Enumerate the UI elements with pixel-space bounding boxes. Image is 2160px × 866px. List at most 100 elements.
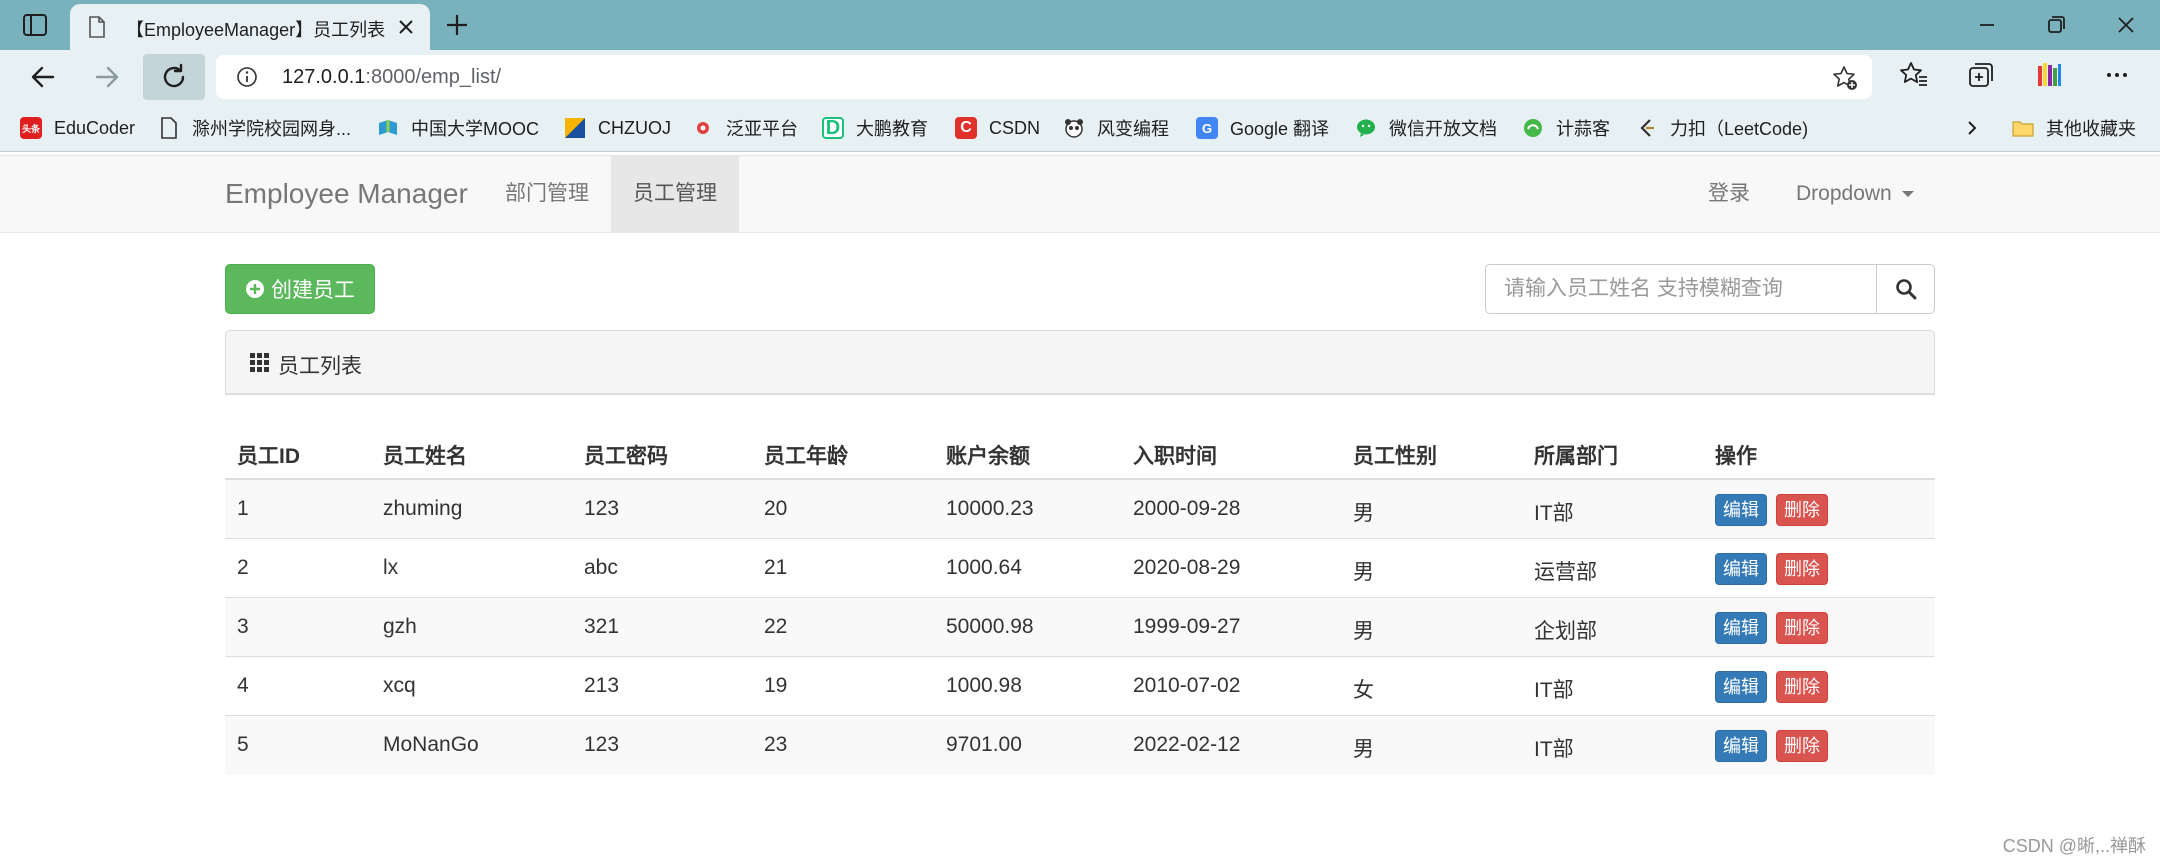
watermark: CSDN @晰,..禅酥 [2002, 836, 2146, 856]
cell-hire-date: 2010-07-02 [1133, 674, 1241, 697]
delete-button[interactable]: 删除 [1776, 671, 1828, 703]
bookmark-educoder[interactable]: 头条 EduCoder [20, 114, 135, 142]
collections-icon[interactable] [1966, 60, 1996, 90]
edit-button[interactable]: 编辑 [1715, 612, 1767, 644]
th-grid-icon [250, 353, 269, 372]
edit-button[interactable]: 编辑 [1715, 671, 1767, 703]
browser-toolbar: 127.0.0.1:8000/emp_list/ [0, 50, 2160, 104]
column-header: 员工密码 [584, 445, 668, 468]
close-tab-icon[interactable] [396, 17, 416, 37]
profile-avatar-icon[interactable] [2034, 60, 2064, 90]
bookmark-dapeng[interactable]: D 大鹏教育 [822, 114, 928, 142]
cell-password: 123 [584, 733, 620, 756]
panda-icon [1065, 119, 1083, 138]
table-row: 2 lx abc 21 1000.64 2020-08-29 男 运营部 编辑 … [225, 539, 1935, 598]
tab-title: 【EmployeeManager】员工列表 [126, 20, 386, 40]
restore-icon[interactable] [2043, 12, 2069, 38]
navbar-brand[interactable]: Employee Manager [225, 178, 468, 210]
back-icon[interactable] [26, 60, 60, 94]
cell-gender: 男 [1353, 561, 1374, 584]
cell-balance: 10000.23 [946, 497, 1034, 520]
delete-button[interactable]: 删除 [1776, 553, 1828, 585]
csdn-icon: C [955, 117, 977, 139]
table-row: 1 zhuming 123 20 10000.23 2000-09-28 男 I… [225, 480, 1935, 539]
cell-age: 19 [764, 674, 788, 697]
jisuanke-icon [1524, 119, 1542, 137]
cell-balance: 1000.98 [946, 674, 1022, 697]
cell-gender: 男 [1353, 502, 1374, 525]
bookmark-csdn[interactable]: C CSDN [955, 114, 1040, 142]
more-options-icon[interactable] [2102, 60, 2132, 90]
cell-name: zhuming [383, 497, 463, 520]
bookmark-wechat-docs[interactable]: 微信开放文档 [1355, 114, 1497, 142]
cell-id: 5 [237, 733, 249, 756]
cell-balance: 9701.00 [946, 733, 1022, 756]
bookmark-mooc[interactable]: 中国大学MOOC [377, 114, 539, 142]
cell-name: lx [383, 556, 399, 579]
favorites-icon[interactable] [1899, 60, 1929, 90]
bookmarks-bar: 头条 EduCoder 滁州学院校园网身... 中国大学MOOC CHZUOJ … [0, 104, 2160, 152]
mooc-icon [379, 120, 397, 135]
refresh-icon[interactable] [157, 60, 191, 94]
search-input[interactable] [1485, 264, 1877, 314]
column-header: 操作 [1715, 445, 1757, 468]
search-button[interactable] [1876, 264, 1935, 314]
create-employee-button[interactable]: 创建员工 [225, 264, 375, 314]
cell-name: MoNanGo [383, 733, 479, 756]
edit-button[interactable]: 编辑 [1715, 553, 1767, 585]
page-icon [89, 16, 105, 38]
chevron-right-icon[interactable] [1962, 118, 1982, 138]
delete-button[interactable]: 删除 [1776, 730, 1828, 762]
plus-circle-icon [246, 280, 264, 298]
browser-tab-strip: 【EmployeeManager】员工列表 [0, 0, 2160, 50]
cell-hire-date: 2000-09-28 [1133, 497, 1241, 520]
site-info-icon[interactable] [236, 66, 258, 88]
cell-age: 20 [764, 497, 788, 520]
cell-hire-date: 1999-09-27 [1133, 615, 1241, 638]
cell-department: IT部 [1534, 738, 1574, 761]
new-tab-icon[interactable] [442, 10, 472, 40]
cell-hire-date: 2020-08-29 [1133, 556, 1241, 579]
cell-gender: 男 [1353, 620, 1374, 643]
cell-hire-date: 2022-02-12 [1133, 733, 1241, 756]
cell-gender: 女 [1353, 679, 1374, 702]
cell-name: gzh [383, 615, 417, 638]
wechat-icon [1357, 119, 1375, 137]
nav-link-employee[interactable]: 员工管理 [611, 156, 739, 232]
cell-password: 321 [584, 615, 620, 638]
edit-button[interactable]: 编辑 [1715, 730, 1767, 762]
edit-button[interactable]: 编辑 [1715, 494, 1767, 526]
nav-link-department[interactable]: 部门管理 [483, 156, 611, 232]
bookmark-leetcode[interactable]: 力扣（LeetCode) [1636, 114, 1808, 142]
forward-icon[interactable] [90, 60, 124, 94]
app-navbar: Employee Manager 部门管理 员工管理 登录 Dropdown [0, 155, 2160, 233]
column-header: 入职时间 [1133, 445, 1217, 468]
bookmark-google-translate[interactable]: G Google 翻译 [1196, 114, 1329, 142]
bookmark-chuzhou[interactable]: 滁州学院校园网身... [158, 114, 351, 142]
dapeng-icon: D [822, 117, 844, 139]
cell-gender: 男 [1353, 738, 1374, 761]
caret-down-icon [1901, 191, 1914, 198]
close-window-icon[interactable] [2113, 12, 2139, 38]
bookmark-chzuoj[interactable]: CHZUOJ [564, 114, 671, 142]
table-row: 4 xcq 213 19 1000.98 2010-07-02 女 IT部 编辑… [225, 657, 1935, 716]
minimize-icon[interactable] [1974, 12, 2000, 38]
browser-tab-active[interactable]: 【EmployeeManager】员工列表 [70, 4, 430, 50]
bookmark-other-folder[interactable]: 其他收藏夹 [2012, 114, 2136, 142]
bookmark-fanya[interactable]: 泛亚平台 [692, 114, 798, 142]
delete-button[interactable]: 删除 [1776, 612, 1828, 644]
nav-dropdown[interactable]: Dropdown [1774, 156, 1936, 232]
column-header: 所属部门 [1534, 445, 1618, 468]
tab-actions-icon[interactable] [22, 12, 48, 38]
nav-link-login[interactable]: 登录 [1686, 156, 1772, 232]
address-bar[interactable]: 127.0.0.1:8000/emp_list/ [216, 55, 1872, 99]
add-favorite-icon[interactable] [1832, 65, 1858, 91]
table-row: 5 MoNanGo 123 23 9701.00 2022-02-12 男 IT… [225, 716, 1935, 775]
folder-icon [2012, 121, 2034, 137]
bookmark-jisuanke[interactable]: 计蒜客 [1522, 114, 1610, 142]
column-header: 员工性别 [1353, 445, 1437, 468]
delete-button[interactable]: 删除 [1776, 494, 1828, 526]
bookmark-fengbian[interactable]: 风变编程 [1063, 114, 1169, 142]
cell-department: 企划部 [1534, 620, 1597, 643]
chzuoj-icon [565, 118, 585, 138]
